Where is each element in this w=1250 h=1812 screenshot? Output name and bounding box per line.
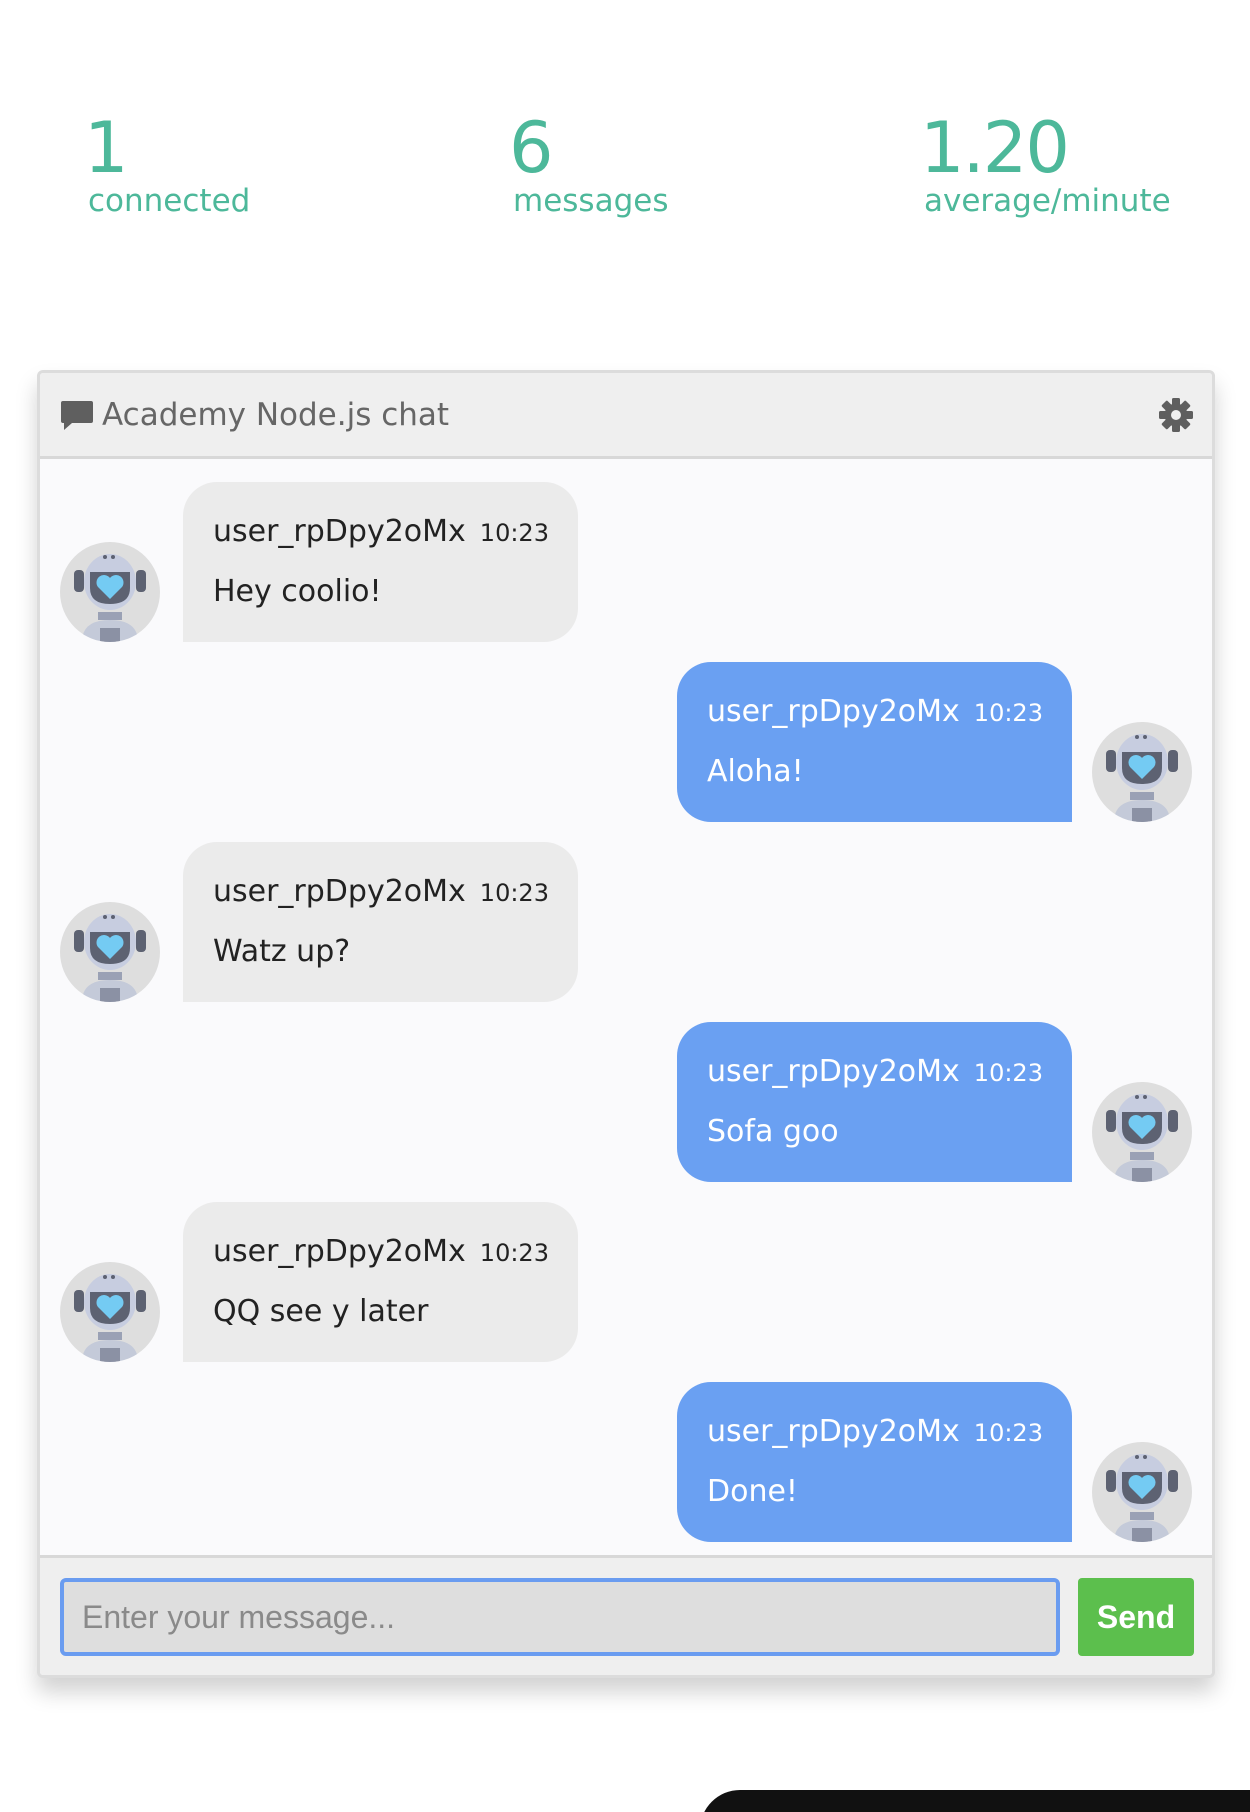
message-text: QQ see y later [213, 1294, 429, 1329]
average-value: 1.20 [920, 107, 1070, 189]
send-button[interactable]: Send [1078, 1578, 1194, 1656]
message-timestamp: 10:23 [479, 1239, 549, 1267]
message-bubble: user_rpDpy2oMx 10:23 Watz up? [183, 842, 578, 1002]
incoming-message: user_rpDpy2oMx 10:23 QQ see y later [40, 1202, 740, 1362]
robot-avatar-icon [60, 902, 160, 1002]
robot-avatar-icon [1092, 1082, 1192, 1182]
chat-bubble-icon [61, 401, 93, 430]
outgoing-message: user_rpDpy2oMx 10:23 Aloha! [512, 662, 1212, 822]
message-timestamp: 10:23 [973, 1419, 1043, 1447]
message-text: Hey coolio! [213, 574, 382, 609]
chat-header: Academy Node.js chat [40, 373, 1212, 459]
message-meta: user_rpDpy2oMx 10:23 [707, 1412, 1043, 1452]
message-meta: user_rpDpy2oMx 10:23 [213, 872, 549, 912]
message-username: user_rpDpy2oMx [213, 874, 466, 909]
message-meta: user_rpDpy2oMx 10:23 [213, 512, 549, 552]
incoming-message: user_rpDpy2oMx 10:23 Watz up? [40, 842, 740, 1002]
message-list: user_rpDpy2oMx 10:23 Hey coolio! user_rpDpy… [40, 462, 1212, 1555]
message-bubble: user_rpDpy2oMx 10:23 Done! [677, 1382, 1072, 1542]
stat-messages: 6 messages [509, 112, 668, 218]
page: 1 connected 6 messages 1.20 average/minu… [0, 0, 1250, 1812]
chat-title: Academy Node.js chat [102, 397, 450, 433]
stat-average: 1.20 average/minute [920, 112, 1171, 218]
connected-label: connected [88, 183, 251, 219]
robot-avatar-icon [1092, 722, 1192, 822]
message-meta: user_rpDpy2oMx 10:23 [707, 692, 1043, 732]
message-username: user_rpDpy2oMx [707, 1414, 960, 1449]
message-bubble: user_rpDpy2oMx 10:23 Sofa goo [677, 1022, 1072, 1182]
message-username: user_rpDpy2oMx [213, 514, 466, 549]
robot-avatar-icon [1092, 1442, 1192, 1542]
message-bubble: user_rpDpy2oMx 10:23 Hey coolio! [183, 482, 578, 642]
message-username: user_rpDpy2oMx [707, 694, 960, 729]
message-username: user_rpDpy2oMx [213, 1234, 466, 1269]
connected-count: 1 [84, 107, 129, 189]
robot-avatar-icon [60, 1262, 160, 1362]
messages-label: messages [513, 183, 669, 219]
message-text: Sofa goo [707, 1114, 839, 1149]
message-username: user_rpDpy2oMx [707, 1054, 960, 1089]
message-text: Aloha! [707, 754, 804, 789]
bottom-edge-shadow [700, 1790, 1250, 1812]
messages-count: 6 [509, 107, 554, 189]
chat-panel: Academy Node.js chat user_rpDpy2oMx 10:23… [37, 370, 1215, 1678]
stat-connected: 1 connected [84, 112, 250, 218]
message-text: Watz up? [213, 934, 351, 969]
robot-avatar-icon [60, 542, 160, 642]
message-meta: user_rpDpy2oMx 10:23 [707, 1052, 1043, 1092]
gear-icon[interactable] [1158, 397, 1194, 433]
average-label: average/minute [924, 183, 1171, 219]
message-meta: user_rpDpy2oMx 10:23 [213, 1232, 549, 1272]
message-timestamp: 10:23 [479, 879, 549, 907]
message-bubble: user_rpDpy2oMx 10:23 QQ see y later [183, 1202, 578, 1362]
message-timestamp: 10:23 [973, 699, 1043, 727]
message-text: Done! [707, 1474, 798, 1509]
message-bubble: user_rpDpy2oMx 10:23 Aloha! [677, 662, 1072, 822]
incoming-message: user_rpDpy2oMx 10:23 Hey coolio! [40, 482, 740, 642]
message-timestamp: 10:23 [973, 1059, 1043, 1087]
composer: Send [40, 1555, 1212, 1675]
message-input[interactable] [60, 1578, 1060, 1656]
outgoing-message: user_rpDpy2oMx 10:23 Done! [512, 1382, 1212, 1542]
outgoing-message: user_rpDpy2oMx 10:23 Sofa goo [512, 1022, 1212, 1182]
message-timestamp: 10:23 [479, 519, 549, 547]
